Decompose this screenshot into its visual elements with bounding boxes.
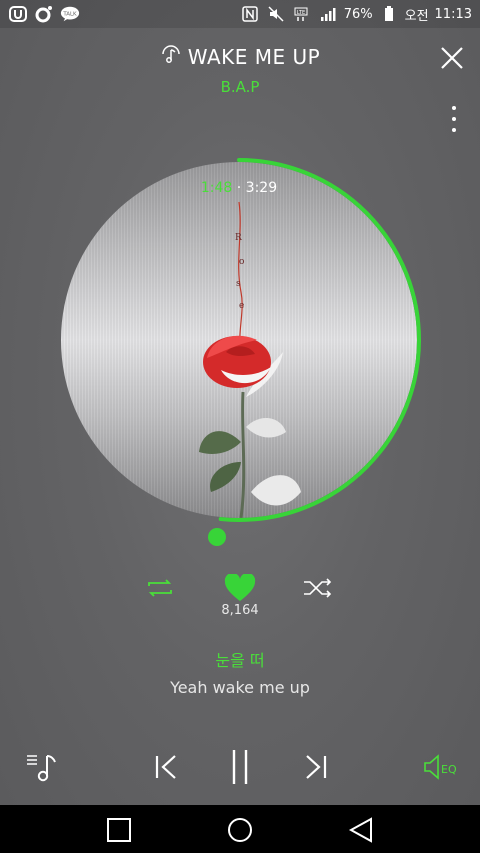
progress-knob[interactable] [208, 528, 226, 546]
home-button[interactable] [225, 815, 255, 845]
current-time: 1:48 [200, 180, 233, 196]
eq-speaker-icon: EQ [424, 754, 457, 780]
eq-button[interactable]: EQ [422, 745, 462, 789]
nfc-icon [240, 5, 260, 23]
repeat-button[interactable] [140, 570, 180, 606]
signal-icon [318, 5, 338, 23]
shuffle-icon [304, 578, 332, 598]
music-note-icon [160, 45, 182, 69]
more-options-button[interactable] [446, 106, 462, 132]
more-dot [452, 117, 456, 121]
status-time: 11:13 [434, 6, 472, 22]
heart-icon [224, 574, 256, 601]
talk-icon-label: TALK [62, 11, 77, 17]
status-right: LTE 76% 오전 11:13 [240, 5, 472, 24]
song-title: WAKE ME UP [187, 45, 321, 69]
repeat-icon [148, 579, 172, 597]
app-circle-icon [34, 5, 54, 23]
player-controls: EQ [0, 745, 480, 789]
pause-button[interactable] [222, 745, 258, 789]
back-button[interactable] [346, 815, 376, 845]
status-bar: TALK LTE 76% 오전 11:13 [0, 0, 480, 28]
more-dot [452, 128, 456, 132]
recents-button[interactable] [104, 815, 134, 845]
previous-button[interactable] [148, 745, 184, 789]
eq-label: EQ [441, 763, 457, 776]
time-display: 1:48 · 3:29 [56, 180, 422, 196]
battery-icon [379, 5, 399, 23]
back-triangle-icon [348, 817, 372, 843]
like-button[interactable] [220, 570, 260, 606]
lyric-next-line[interactable]: Yeah wake me up [0, 678, 480, 697]
lyric-current-line[interactable]: 눈을 떠 [0, 647, 480, 671]
album-disc[interactable]: Rose 1:48 · 3:29 [56, 157, 422, 523]
total-time: 3:29 [245, 180, 278, 196]
more-dot [452, 106, 456, 110]
app-u-icon [8, 5, 28, 23]
battery-percent: 76% [343, 6, 373, 22]
previous-icon [155, 755, 176, 779]
shuffle-button[interactable] [298, 570, 338, 606]
navigation-bar [0, 805, 480, 853]
svg-text:LTE: LTE [297, 10, 305, 16]
pause-icon [232, 750, 248, 784]
next-button[interactable] [298, 745, 334, 789]
song-header: WAKE ME UP B.A.P [0, 40, 480, 96]
artist-name[interactable]: B.A.P [0, 78, 480, 96]
time-separator: · [236, 180, 242, 196]
lte-icon: LTE [292, 5, 312, 23]
talk-icon: TALK [60, 5, 80, 23]
next-icon [306, 755, 327, 779]
playlist-icon [27, 755, 56, 782]
like-count: 8,164 [221, 603, 259, 618]
close-button[interactable] [438, 44, 466, 72]
circle-icon [228, 818, 252, 842]
title-row: WAKE ME UP [0, 40, 480, 74]
close-icon [441, 47, 463, 69]
square-icon [107, 818, 131, 842]
progress-ring[interactable] [56, 157, 422, 523]
status-ampm: 오전 [404, 8, 429, 24]
status-left: TALK [8, 5, 80, 23]
playlist-button[interactable] [22, 745, 62, 789]
mute-icon [266, 5, 286, 23]
